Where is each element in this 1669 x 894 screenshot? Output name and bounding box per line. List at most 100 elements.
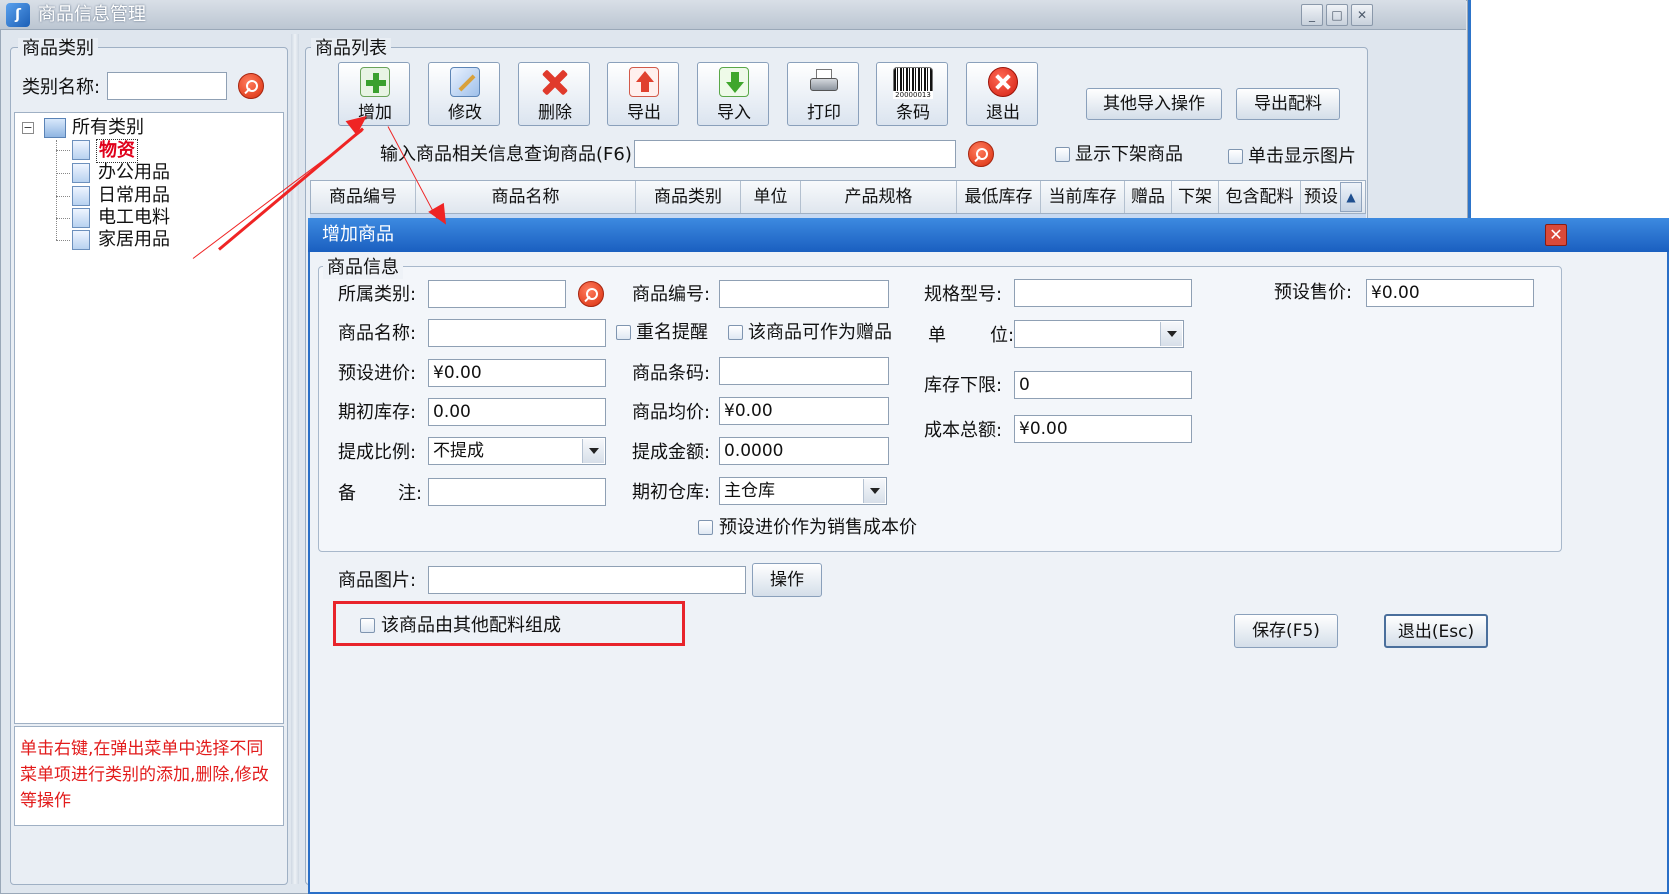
spec-model-input[interactable] [1014, 279, 1192, 307]
tree-item[interactable]: 日常用品 [98, 185, 170, 207]
product-name-input[interactable] [428, 319, 606, 347]
commission-ratio-value: 不提成 [433, 441, 484, 461]
product-code-input[interactable] [719, 280, 889, 308]
purchase-as-cost-label: 预设进价作为销售成本价 [719, 517, 917, 538]
document-icon [72, 208, 90, 228]
exit-button-label: 退出 [986, 103, 1020, 123]
remark-input[interactable] [428, 478, 606, 506]
column-header[interactable]: 商品编号 [311, 181, 416, 213]
print-button[interactable]: 打印 [787, 62, 859, 126]
duplicate-name-reminder-label: 重名提醒 [636, 322, 708, 343]
category-name-input[interactable] [107, 72, 227, 100]
export-button[interactable]: 导出 [607, 62, 679, 126]
purchase-as-cost-checkbox[interactable] [698, 520, 713, 535]
chevron-down-icon[interactable] [582, 439, 604, 463]
product-name-label: 商品名称: [338, 323, 417, 344]
delete-button-label: 删除 [538, 103, 572, 123]
product-search-label: 输入商品相关信息查询商品(F6): [380, 144, 638, 165]
product-search-input[interactable] [634, 140, 956, 168]
tree-collapse-icon[interactable]: − [22, 122, 34, 134]
tree-guide-line [56, 218, 70, 219]
tree-guide-line [56, 196, 70, 197]
tree-root[interactable]: 所有类别 [72, 117, 144, 139]
column-header[interactable]: 包含配料 [1219, 181, 1301, 213]
panel-splitter[interactable] [291, 34, 299, 884]
product-image-input[interactable] [428, 566, 746, 594]
gift-eligible-label: 该商品可作为赠品 [748, 322, 892, 343]
click-show-image-checkbox[interactable] [1228, 149, 1243, 164]
export-parts-button[interactable]: 导出配料 [1236, 88, 1340, 120]
column-header[interactable]: 单位 [741, 181, 801, 213]
folder-icon [44, 118, 66, 138]
tree-item[interactable]: 电工电料 [98, 207, 170, 229]
import-button[interactable]: 导入 [697, 62, 769, 126]
total-cost-input[interactable]: ¥0.00 [1014, 415, 1192, 443]
image-operate-button[interactable]: 操作 [752, 563, 822, 597]
barcode-input[interactable] [719, 357, 889, 385]
tree-item-selected[interactable]: 物资 [96, 139, 138, 163]
duplicate-name-reminder-checkbox[interactable] [616, 325, 631, 340]
column-header[interactable]: 预设 [1301, 181, 1341, 213]
category-search-icon[interactable] [238, 73, 264, 99]
edit-button[interactable]: 修改 [428, 62, 500, 126]
maximize-button[interactable]: □ [1326, 4, 1348, 26]
grid-scroll-up-arrow[interactable]: ▲ [1340, 182, 1362, 212]
edit-button-label: 修改 [448, 103, 482, 123]
save-button[interactable]: 保存(F5) [1234, 614, 1338, 648]
initial-warehouse-select[interactable]: 主仓库 [719, 477, 887, 505]
commission-amount-input[interactable]: 0.0000 [719, 437, 889, 465]
remark-label-suffix: 注: [398, 483, 423, 504]
preset-sale-price-input[interactable]: ¥0.00 [1366, 279, 1534, 307]
printer-icon [809, 67, 839, 97]
document-icon [72, 186, 90, 206]
column-header[interactable]: 商品类别 [636, 181, 741, 213]
document-icon [72, 163, 90, 183]
barcode-button[interactable]: 20000013 条码 [876, 62, 948, 126]
dialog-close-button[interactable]: ✕ [1545, 224, 1567, 246]
export-button-label: 导出 [627, 103, 661, 123]
column-header[interactable]: 商品名称 [416, 181, 636, 213]
column-header[interactable]: 下架 [1172, 181, 1219, 213]
export-arrow-up-icon [629, 67, 659, 97]
average-price-input[interactable]: ¥0.00 [719, 397, 889, 425]
dialog-titlebar[interactable] [308, 218, 1669, 252]
tree-guide-line [56, 140, 57, 240]
show-offshelf-checkbox[interactable] [1055, 147, 1070, 162]
column-header[interactable]: 最低库存 [957, 181, 1041, 213]
background-window-edge [1468, 0, 1480, 220]
product-search-icon[interactable] [968, 141, 994, 167]
main-titlebar[interactable] [0, 0, 1466, 30]
column-header[interactable]: 赠品 [1125, 181, 1172, 213]
category-input[interactable] [428, 280, 566, 308]
chevron-down-icon[interactable] [1160, 322, 1182, 346]
exit-button[interactable]: 退出 [966, 62, 1038, 126]
composed-of-parts-label: 该商品由其他配料组成 [381, 615, 561, 636]
average-price-label: 商品均价: [632, 402, 711, 423]
min-stock-input[interactable]: 0 [1014, 371, 1192, 399]
min-stock-label: 库存下限: [924, 375, 1003, 396]
tree-guide-line [56, 173, 70, 174]
delete-x-icon [540, 67, 570, 97]
import-arrow-down-icon [719, 67, 749, 97]
preset-sale-price-label: 预设售价: [1274, 282, 1353, 303]
add-button[interactable]: 增加 [338, 62, 410, 126]
composed-of-parts-checkbox[interactable] [360, 618, 375, 633]
window-title: 商品信息管理 [38, 4, 146, 25]
initial-stock-input[interactable]: 0.00 [428, 398, 606, 426]
column-header[interactable]: 产品规格 [801, 181, 957, 213]
tree-item[interactable]: 家居用品 [98, 229, 170, 251]
unit-select[interactable] [1014, 320, 1184, 348]
chevron-down-icon[interactable] [863, 479, 885, 503]
minimize-button[interactable]: _ [1301, 4, 1323, 26]
tree-item[interactable]: 办公用品 [98, 162, 170, 184]
other-import-button[interactable]: 其他导入操作 [1086, 88, 1222, 120]
column-header[interactable]: 当前库存 [1041, 181, 1125, 213]
category-group-title: 商品类别 [18, 38, 98, 60]
delete-button[interactable]: 删除 [518, 62, 590, 126]
preset-purchase-price-input[interactable]: ¥0.00 [428, 359, 606, 387]
gift-eligible-checkbox[interactable] [728, 325, 743, 340]
category-picker-icon[interactable] [578, 281, 604, 307]
commission-ratio-select[interactable]: 不提成 [428, 437, 606, 465]
close-button[interactable]: ✕ [1351, 4, 1373, 26]
exit-dialog-button[interactable]: 退出(Esc) [1384, 614, 1488, 648]
